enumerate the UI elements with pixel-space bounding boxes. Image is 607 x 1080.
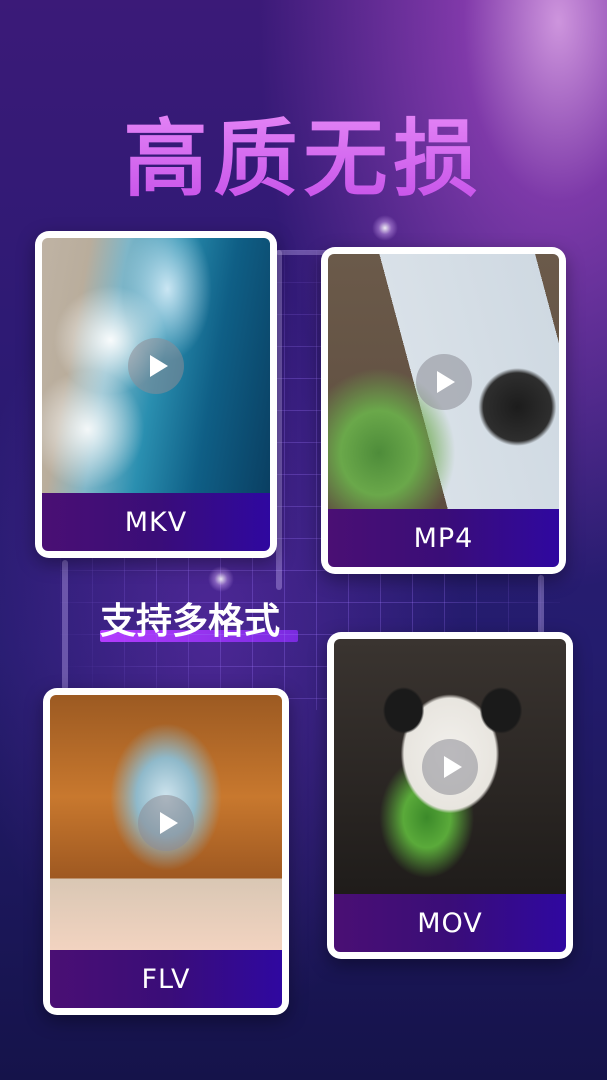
format-card-mov[interactable]: MOV [327, 632, 573, 959]
format-card-mp4[interactable]: MP4 [321, 247, 566, 574]
card-photo [334, 639, 566, 894]
format-label: MP4 [328, 509, 559, 567]
decorative-rail [62, 560, 68, 690]
format-label: MKV [42, 493, 270, 551]
card-photo [328, 254, 559, 509]
sparkle [208, 566, 234, 592]
format-label: MOV [334, 894, 566, 952]
card-photo [50, 695, 282, 950]
subtitle: 支持多格式 [100, 592, 298, 644]
play-icon[interactable] [138, 794, 194, 851]
decorative-rail [538, 575, 544, 635]
format-label: FLV [50, 950, 282, 1008]
sparkle [372, 215, 398, 241]
format-card-mkv[interactable]: MKV [35, 231, 277, 558]
play-icon[interactable] [422, 738, 478, 795]
card-photo [42, 238, 270, 493]
play-icon[interactable] [415, 353, 472, 410]
page-title: 高质无损 [0, 92, 607, 213]
play-icon[interactable] [128, 337, 184, 394]
format-card-flv[interactable]: FLV [43, 688, 289, 1015]
